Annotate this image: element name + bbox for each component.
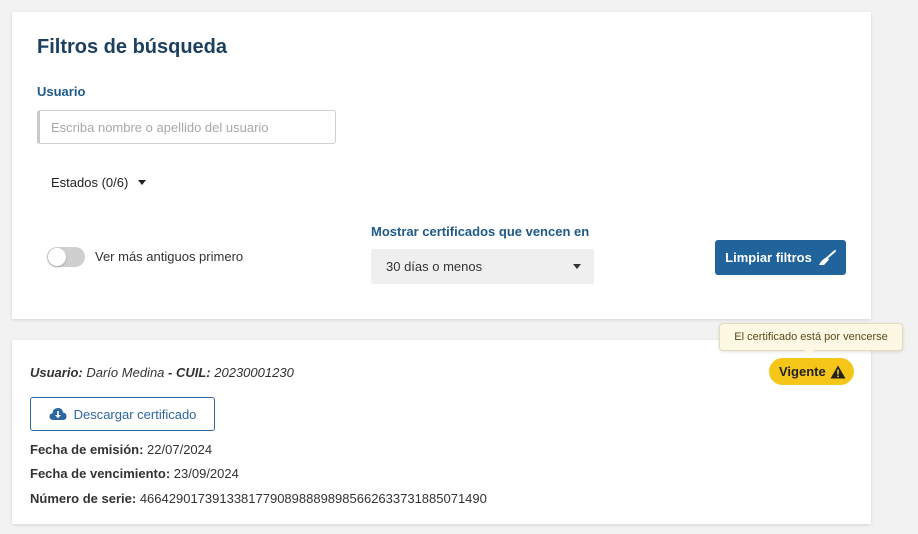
expiry-date-key: Fecha de vencimiento: bbox=[30, 466, 171, 481]
clear-filters-label: Limpiar filtros bbox=[725, 250, 812, 265]
toggle-knob bbox=[48, 248, 66, 266]
cuil-value: 20230001230 bbox=[214, 365, 294, 380]
estados-label: Estados (0/6) bbox=[51, 175, 129, 190]
expire-selected-value: 30 días o menos bbox=[386, 259, 483, 274]
status-tooltip: El certificado está por vencerse bbox=[719, 323, 903, 351]
clear-filters-button[interactable]: Limpiar filtros bbox=[715, 240, 846, 275]
oldest-first-toggle[interactable] bbox=[47, 247, 85, 267]
warning-icon bbox=[830, 365, 846, 378]
emission-date-line: Fecha de emisión: 22/07/2024 bbox=[30, 442, 212, 457]
filters-card: Filtros de búsqueda Usuario Estados (0/6… bbox=[12, 12, 871, 319]
user-filter-label: Usuario bbox=[37, 84, 86, 99]
oldest-first-label: Ver más antiguos primero bbox=[95, 249, 244, 264]
expiry-date-line: Fecha de vencimiento: 23/09/2024 bbox=[30, 466, 239, 481]
certificate-card: Usuario: Darío Medina - CUIL: 2023000123… bbox=[12, 340, 871, 524]
expiry-date-value: 23/09/2024 bbox=[173, 466, 239, 481]
user-key: Usuario: bbox=[30, 365, 83, 380]
cloud-download-icon bbox=[49, 408, 67, 420]
emission-date-value: 22/07/2024 bbox=[147, 442, 213, 457]
serial-number-value: 4664290173913381779089888989856626337318… bbox=[139, 491, 487, 506]
serial-number-key: Número de serie: bbox=[30, 491, 137, 506]
filters-title: Filtros de búsqueda bbox=[37, 36, 228, 58]
certificate-user-line: Usuario: Darío Medina - CUIL: 2023000123… bbox=[30, 365, 294, 380]
expire-filter-label: Mostrar certificados que vencen en bbox=[371, 224, 590, 239]
serial-number-line: Número de serie: 46642901739133817790898… bbox=[30, 491, 487, 506]
user-search-input[interactable] bbox=[37, 110, 336, 144]
estados-dropdown[interactable]: Estados (0/6) bbox=[51, 175, 147, 190]
tooltip-arrow bbox=[804, 350, 814, 356]
status-badge-label: Vigente bbox=[779, 364, 826, 379]
emission-date-key: Fecha de emisión: bbox=[30, 442, 144, 457]
broom-icon bbox=[818, 249, 836, 265]
status-badge[interactable]: Vigente bbox=[769, 358, 854, 385]
download-certificate-label: Descargar certificado bbox=[73, 406, 197, 422]
expire-select[interactable]: 30 días o menos bbox=[371, 249, 594, 284]
separator: - bbox=[164, 365, 176, 380]
caret-down-icon bbox=[573, 264, 581, 269]
caret-down-icon bbox=[138, 180, 147, 185]
cuil-key: CUIL: bbox=[175, 365, 211, 380]
user-name: Darío Medina bbox=[86, 365, 165, 380]
download-certificate-button[interactable]: Descargar certificado bbox=[30, 397, 215, 431]
